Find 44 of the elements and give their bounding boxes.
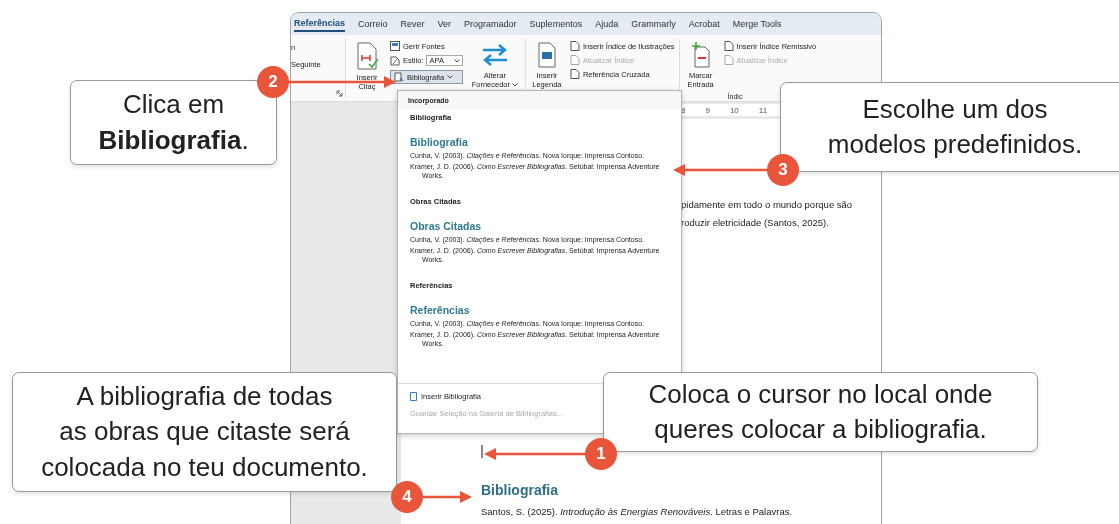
bibliography-heading: Bibliografia [481, 482, 558, 498]
caption-icon [536, 42, 557, 68]
document-icon [723, 55, 734, 65]
ribbon-tab[interactable]: Referências [294, 16, 346, 32]
caret-icon [447, 75, 454, 79]
text-cursor [481, 445, 483, 458]
ribbon-tab[interactable]: Ver [437, 17, 452, 31]
sources-icon [390, 41, 400, 51]
caret-icon [512, 83, 519, 88]
callout-text: Clica em Bibliografia. [97, 88, 250, 157]
document-text: roduzir eletricidade (Santos, 2025). [681, 217, 830, 228]
pointer-arrow [422, 491, 472, 503]
preview-heading: Obras Citadas [410, 220, 483, 232]
step-number-badge: 2 [257, 66, 289, 98]
ribbon-tab[interactable]: Grammarly [631, 17, 676, 31]
bibliography-icon [410, 392, 417, 401]
document-icon [569, 55, 580, 65]
document-icon [723, 41, 734, 51]
ribbon-tab[interactable]: Suplementos [529, 17, 583, 31]
ruler-number: 10 [729, 105, 739, 115]
ribbon-tab[interactable]: Merge Tools [732, 17, 782, 31]
ribbon-tab[interactable]: Acrobat [688, 17, 720, 31]
ruler-number: 9 [705, 105, 710, 115]
preview-heading: Referências [410, 304, 471, 316]
callout-text: Escolhe um dos modelos predefinidos. [826, 92, 1084, 161]
ribbon-tab[interactable]: Ajuda [595, 17, 619, 31]
preview-heading: Bibliografia [410, 136, 469, 148]
ribbon-tab[interactable]: Rever [400, 17, 425, 31]
callout-text: Coloca o cursor no local onde queres colocar a bibliografia. [647, 377, 994, 446]
ribbon-tab[interactable]: Programador [464, 17, 517, 31]
ribbon-tab[interactable]: Correio [358, 17, 388, 31]
citation-icon [355, 42, 379, 70]
document-icon [569, 41, 580, 51]
swap-arrows-icon [480, 42, 509, 68]
document-text: pidamente em todo o mundo porque são [681, 199, 853, 210]
ruler-number: 11 [758, 105, 768, 115]
dialog-launcher-icon[interactable] [336, 90, 343, 97]
document-icon [569, 69, 580, 79]
callout-text: A bibliografia de todas as obras que citaste será colocada no teu documento. [40, 380, 369, 484]
caret-icon [453, 58, 460, 63]
bibliography-entry: Santos, S. (2025). Introdução às Energias Renováveis. Letras e Palavras. [481, 506, 793, 517]
style-icon [390, 55, 400, 66]
mark-entry-icon [690, 42, 711, 68]
bibliography-icon [394, 72, 404, 82]
